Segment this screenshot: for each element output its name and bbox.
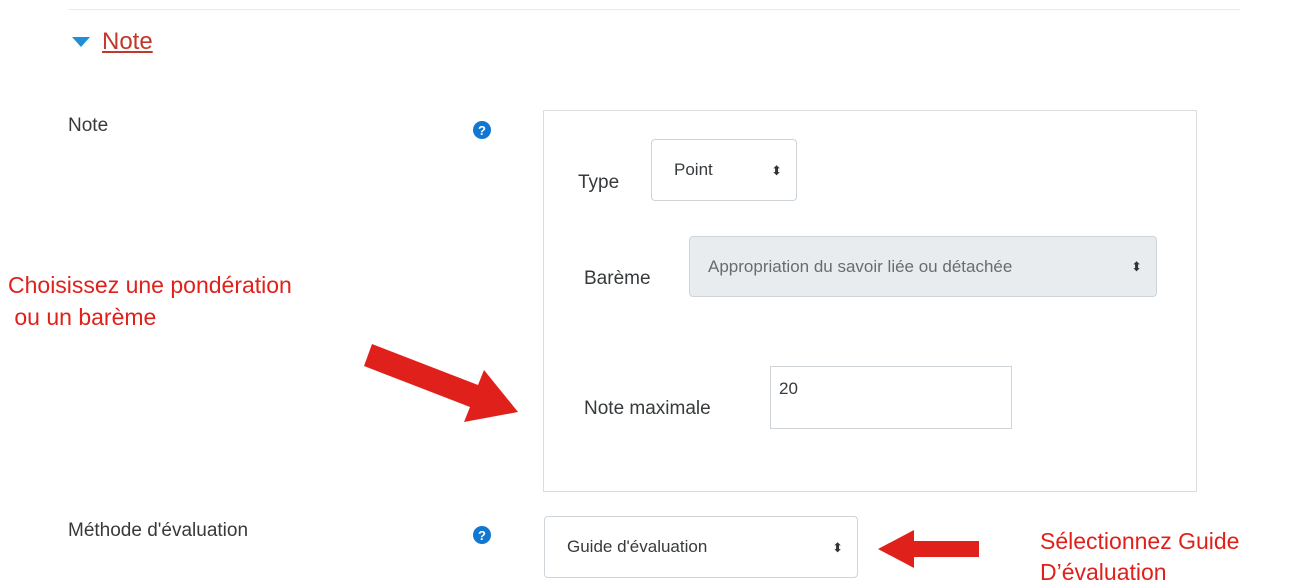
help-icon[interactable]: ?: [473, 526, 491, 544]
type-label: Type: [578, 172, 620, 193]
type-select[interactable]: Point ⬍: [651, 139, 797, 201]
top-divider: [68, 9, 1240, 10]
grade-label: Note: [68, 115, 109, 136]
type-select-value: Point: [674, 160, 713, 179]
select-arrows-icon: ⬍: [1131, 259, 1142, 274]
annotation-left-line1: Choisissez une pondération: [8, 272, 292, 298]
annotation-left-line2: ou un barème: [8, 304, 157, 330]
select-arrows-icon: ⬍: [832, 539, 843, 555]
maxgrade-input[interactable]: 20: [770, 366, 1012, 429]
scale-select-value: Appropriation du savoir liée ou détachée: [708, 256, 1013, 276]
maxgrade-value: 20: [779, 379, 798, 398]
arrow-left-icon: [878, 530, 979, 568]
method-label: Méthode d'évaluation: [68, 520, 249, 541]
arrow-down-right-icon: [364, 344, 518, 422]
section-title[interactable]: Note: [102, 28, 153, 56]
help-icon[interactable]: ?: [473, 121, 491, 139]
caret-down-icon: [72, 37, 90, 47]
scale-label: Barème: [584, 268, 651, 289]
section-toggle[interactable]: Note: [72, 28, 153, 56]
scale-select[interactable]: Appropriation du savoir liée ou détachée…: [689, 236, 1157, 297]
annotation-right-line1: Sélectionnez Guide: [1040, 528, 1240, 554]
method-select[interactable]: Guide d'évaluation ⬍: [544, 516, 858, 578]
select-arrows-icon: ⬍: [771, 162, 782, 178]
method-select-value: Guide d'évaluation: [567, 537, 708, 556]
annotation-right-line2: D’évaluation: [1040, 559, 1167, 585]
grade-fieldset: [543, 110, 1197, 492]
maxgrade-label: Note maximale: [584, 398, 711, 419]
